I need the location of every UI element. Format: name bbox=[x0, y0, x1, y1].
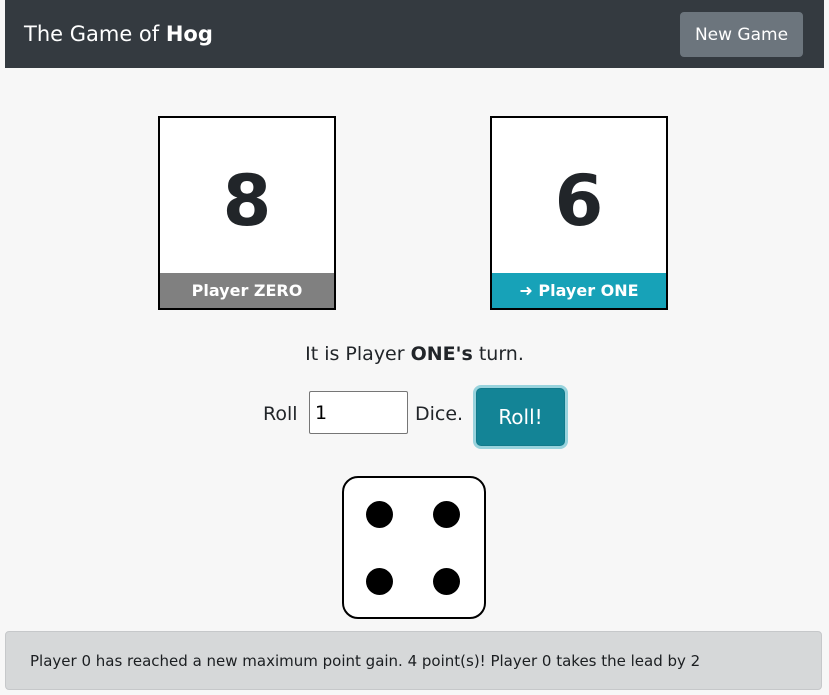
die-pip bbox=[433, 501, 460, 528]
app-title: The Game of Hog bbox=[24, 20, 213, 48]
roll-button[interactable]: Roll! bbox=[476, 388, 565, 446]
turn-prefix: It is Player bbox=[305, 343, 411, 365]
die-pip bbox=[366, 501, 393, 528]
player-zero-score: 8 bbox=[222, 160, 272, 242]
die-pip bbox=[433, 568, 460, 595]
status-message: Player 0 has reached a new maximum point… bbox=[5, 631, 822, 690]
player-one-score: 6 bbox=[554, 160, 604, 242]
player-zero-label: Player ZERO bbox=[160, 273, 334, 308]
dice-count-input[interactable] bbox=[309, 391, 408, 434]
turn-indicator: It is Player ONE's turn. bbox=[0, 340, 829, 368]
dice-label: Dice. bbox=[415, 403, 464, 425]
player-one-label: ➜ Player ONE bbox=[492, 273, 666, 308]
turn-suffix: turn. bbox=[472, 343, 524, 365]
turn-player: ONE's bbox=[410, 343, 473, 365]
status-message-text: Player 0 has reached a new maximum point… bbox=[30, 652, 701, 670]
die-pip bbox=[366, 568, 393, 595]
roll-label: Roll bbox=[263, 403, 298, 425]
new-game-button[interactable]: New Game bbox=[680, 12, 803, 57]
app-title-prefix: The Game of bbox=[24, 22, 166, 46]
app-title-name: Hog bbox=[165, 22, 213, 46]
navbar: The Game of Hog New Game bbox=[5, 0, 824, 68]
player-one-card: 6 ➜ Player ONE bbox=[490, 116, 668, 310]
player-zero-card: 8 Player ZERO bbox=[158, 116, 336, 310]
die-face bbox=[342, 476, 486, 619]
